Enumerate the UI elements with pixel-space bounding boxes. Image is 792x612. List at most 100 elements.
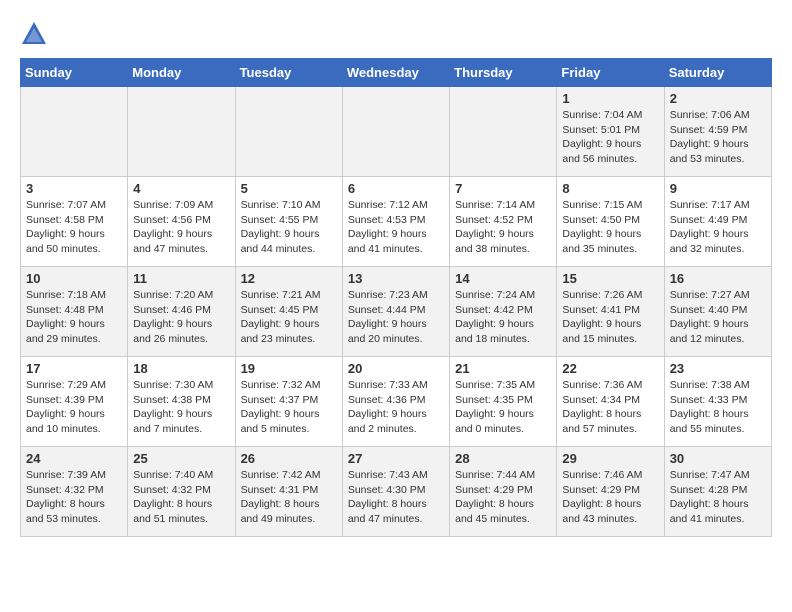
day-info: Sunrise: 7:42 AM Sunset: 4:31 PM Dayligh… [241, 468, 337, 527]
day-info: Sunrise: 7:30 AM Sunset: 4:38 PM Dayligh… [133, 378, 229, 437]
day-header-thursday: Thursday [450, 59, 557, 87]
calendar-cell: 9 Sunrise: 7:17 AM Sunset: 4:49 PM Daylig… [664, 177, 771, 267]
day-info: Sunrise: 7:35 AM Sunset: 4:35 PM Dayligh… [455, 378, 551, 437]
day-number: 20 [348, 361, 444, 376]
calendar-cell [342, 87, 449, 177]
calendar-cell: 26 Sunrise: 7:42 AM Sunset: 4:31 PM Dayli… [235, 447, 342, 537]
day-number: 2 [670, 91, 766, 106]
calendar-cell: 8 Sunrise: 7:15 AM Sunset: 4:50 PM Daylig… [557, 177, 664, 267]
calendar-cell: 6 Sunrise: 7:12 AM Sunset: 4:53 PM Daylig… [342, 177, 449, 267]
day-number: 13 [348, 271, 444, 286]
calendar-cell: 3 Sunrise: 7:07 AM Sunset: 4:58 PM Daylig… [21, 177, 128, 267]
calendar-cell: 16 Sunrise: 7:27 AM Sunset: 4:40 PM Dayli… [664, 267, 771, 357]
day-info: Sunrise: 7:32 AM Sunset: 4:37 PM Dayligh… [241, 378, 337, 437]
day-info: Sunrise: 7:06 AM Sunset: 4:59 PM Dayligh… [670, 108, 766, 167]
calendar-week-1: 1 Sunrise: 7:04 AM Sunset: 5:01 PM Daylig… [21, 87, 772, 177]
day-number: 10 [26, 271, 122, 286]
day-number: 27 [348, 451, 444, 466]
day-info: Sunrise: 7:23 AM Sunset: 4:44 PM Dayligh… [348, 288, 444, 347]
day-header-monday: Monday [128, 59, 235, 87]
calendar-cell: 30 Sunrise: 7:47 AM Sunset: 4:28 PM Dayli… [664, 447, 771, 537]
day-number: 8 [562, 181, 658, 196]
calendar-week-5: 24 Sunrise: 7:39 AM Sunset: 4:32 PM Dayli… [21, 447, 772, 537]
day-number: 1 [562, 91, 658, 106]
day-info: Sunrise: 7:38 AM Sunset: 4:33 PM Dayligh… [670, 378, 766, 437]
day-header-tuesday: Tuesday [235, 59, 342, 87]
calendar-cell: 21 Sunrise: 7:35 AM Sunset: 4:35 PM Dayli… [450, 357, 557, 447]
calendar-cell: 17 Sunrise: 7:29 AM Sunset: 4:39 PM Dayli… [21, 357, 128, 447]
calendar-table: SundayMondayTuesdayWednesdayThursdayFrid… [20, 58, 772, 537]
day-number: 18 [133, 361, 229, 376]
day-number: 19 [241, 361, 337, 376]
day-number: 30 [670, 451, 766, 466]
calendar-cell: 15 Sunrise: 7:26 AM Sunset: 4:41 PM Dayli… [557, 267, 664, 357]
calendar-cell: 24 Sunrise: 7:39 AM Sunset: 4:32 PM Dayli… [21, 447, 128, 537]
day-info: Sunrise: 7:29 AM Sunset: 4:39 PM Dayligh… [26, 378, 122, 437]
day-info: Sunrise: 7:27 AM Sunset: 4:40 PM Dayligh… [670, 288, 766, 347]
day-number: 17 [26, 361, 122, 376]
day-info: Sunrise: 7:36 AM Sunset: 4:34 PM Dayligh… [562, 378, 658, 437]
day-info: Sunrise: 7:39 AM Sunset: 4:32 PM Dayligh… [26, 468, 122, 527]
calendar-cell: 27 Sunrise: 7:43 AM Sunset: 4:30 PM Dayli… [342, 447, 449, 537]
day-number: 14 [455, 271, 551, 286]
day-info: Sunrise: 7:20 AM Sunset: 4:46 PM Dayligh… [133, 288, 229, 347]
calendar-cell: 23 Sunrise: 7:38 AM Sunset: 4:33 PM Dayli… [664, 357, 771, 447]
day-info: Sunrise: 7:44 AM Sunset: 4:29 PM Dayligh… [455, 468, 551, 527]
day-number: 26 [241, 451, 337, 466]
day-number: 6 [348, 181, 444, 196]
day-number: 7 [455, 181, 551, 196]
day-info: Sunrise: 7:24 AM Sunset: 4:42 PM Dayligh… [455, 288, 551, 347]
day-info: Sunrise: 7:12 AM Sunset: 4:53 PM Dayligh… [348, 198, 444, 257]
calendar-cell [450, 87, 557, 177]
calendar-cell: 4 Sunrise: 7:09 AM Sunset: 4:56 PM Daylig… [128, 177, 235, 267]
day-info: Sunrise: 7:47 AM Sunset: 4:28 PM Dayligh… [670, 468, 766, 527]
logo [20, 20, 52, 48]
calendar-cell: 7 Sunrise: 7:14 AM Sunset: 4:52 PM Daylig… [450, 177, 557, 267]
day-number: 23 [670, 361, 766, 376]
calendar-cell: 14 Sunrise: 7:24 AM Sunset: 4:42 PM Dayli… [450, 267, 557, 357]
day-number: 11 [133, 271, 229, 286]
calendar-week-3: 10 Sunrise: 7:18 AM Sunset: 4:48 PM Dayli… [21, 267, 772, 357]
day-number: 21 [455, 361, 551, 376]
calendar-cell: 11 Sunrise: 7:20 AM Sunset: 4:46 PM Dayli… [128, 267, 235, 357]
day-number: 29 [562, 451, 658, 466]
header [20, 20, 772, 48]
day-number: 9 [670, 181, 766, 196]
calendar-cell: 29Sunrise: 7:46 AM Sunset: 4:29 PM Dayli… [557, 447, 664, 537]
day-number: 16 [670, 271, 766, 286]
day-info: Sunrise: 7:26 AM Sunset: 4:41 PM Dayligh… [562, 288, 658, 347]
day-header-friday: Friday [557, 59, 664, 87]
calendar-cell: 12Sunrise: 7:21 AM Sunset: 4:45 PM Dayli… [235, 267, 342, 357]
day-number: 15 [562, 271, 658, 286]
calendar-cell: 10 Sunrise: 7:18 AM Sunset: 4:48 PM Dayli… [21, 267, 128, 357]
calendar-cell [21, 87, 128, 177]
day-info: Sunrise: 7:43 AM Sunset: 4:30 PM Dayligh… [348, 468, 444, 527]
calendar-cell: 28 Sunrise: 7:44 AM Sunset: 4:29 PM Dayli… [450, 447, 557, 537]
calendar-cell: 20Sunrise: 7:33 AM Sunset: 4:36 PM Dayli… [342, 357, 449, 447]
calendar-cell: 25 Sunrise: 7:40 AM Sunset: 4:32 PM Dayli… [128, 447, 235, 537]
calendar-cell: 18 Sunrise: 7:30 AM Sunset: 4:38 PM Dayli… [128, 357, 235, 447]
day-info: Sunrise: 7:09 AM Sunset: 4:56 PM Dayligh… [133, 198, 229, 257]
day-info: Sunrise: 7:07 AM Sunset: 4:58 PM Dayligh… [26, 198, 122, 257]
day-info: Sunrise: 7:10 AM Sunset: 4:55 PM Dayligh… [241, 198, 337, 257]
calendar-cell: 5Sunrise: 7:10 AM Sunset: 4:55 PM Daylig… [235, 177, 342, 267]
day-number: 4 [133, 181, 229, 196]
day-number: 22 [562, 361, 658, 376]
day-number: 3 [26, 181, 122, 196]
day-number: 28 [455, 451, 551, 466]
day-info: Sunrise: 7:04 AM Sunset: 5:01 PM Dayligh… [562, 108, 658, 167]
day-info: Sunrise: 7:40 AM Sunset: 4:32 PM Dayligh… [133, 468, 229, 527]
day-info: Sunrise: 7:18 AM Sunset: 4:48 PM Dayligh… [26, 288, 122, 347]
day-number: 25 [133, 451, 229, 466]
calendar-week-4: 17 Sunrise: 7:29 AM Sunset: 4:39 PM Dayli… [21, 357, 772, 447]
day-info: Sunrise: 7:15 AM Sunset: 4:50 PM Dayligh… [562, 198, 658, 257]
calendar-cell: 22 Sunrise: 7:36 AM Sunset: 4:34 PM Dayli… [557, 357, 664, 447]
day-number: 24 [26, 451, 122, 466]
calendar-cell: 13 Sunrise: 7:23 AM Sunset: 4:44 PM Dayli… [342, 267, 449, 357]
calendar-cell: 19 Sunrise: 7:32 AM Sunset: 4:37 PM Dayli… [235, 357, 342, 447]
logo-icon [20, 20, 48, 48]
day-info: Sunrise: 7:14 AM Sunset: 4:52 PM Dayligh… [455, 198, 551, 257]
day-header-sunday: Sunday [21, 59, 128, 87]
calendar-cell: 2 Sunrise: 7:06 AM Sunset: 4:59 PM Daylig… [664, 87, 771, 177]
day-info: Sunrise: 7:17 AM Sunset: 4:49 PM Dayligh… [670, 198, 766, 257]
